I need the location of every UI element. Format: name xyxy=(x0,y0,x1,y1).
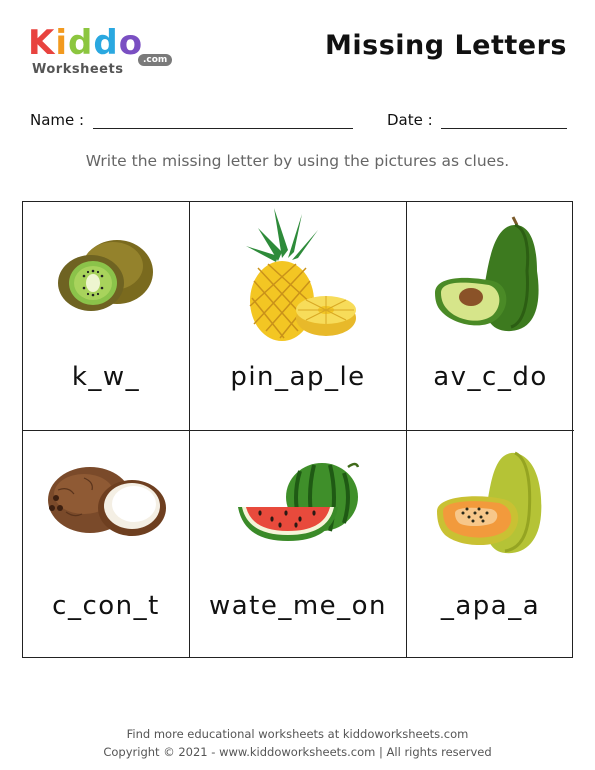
logo-wordmark: Kiddo xyxy=(28,26,143,60)
missing-letter-word: pin_ap_le xyxy=(230,362,366,392)
missing-letter-word: av_c_do xyxy=(433,362,548,392)
footer-line-2: Copyright © 2021 - www.kiddoworksheets.c… xyxy=(103,745,492,759)
footer-line-1: Find more educational worksheets at kidd… xyxy=(126,727,469,741)
instruction-text: Write the missing letter by using the pi… xyxy=(85,152,510,170)
missing-letter-word: k_w_ xyxy=(71,362,141,392)
missing-letter-word: c_con_t xyxy=(52,591,160,621)
page-title: Missing Letters xyxy=(325,30,567,61)
logo-domain-badge: .com xyxy=(138,54,173,66)
cell-avocado: av_c_do xyxy=(407,202,574,431)
logo-letter: K xyxy=(28,23,56,63)
kiddo-logo: Kiddo Worksheets .com xyxy=(28,26,173,82)
pineapple-icon xyxy=(190,207,406,341)
cell-watermelon: wate_me_on xyxy=(190,431,407,657)
logo-letter: d xyxy=(93,23,119,63)
cell-coconut: c_con_t xyxy=(23,431,190,657)
worksheet-grid: k_w_ pin_ap_le av_c_do c_con_t wate_me_o… xyxy=(22,201,574,658)
name-label: Name : xyxy=(30,111,85,129)
cell-pineapple: pin_ap_le xyxy=(190,202,407,431)
avocado-icon xyxy=(407,208,574,338)
date-write-line[interactable] xyxy=(441,112,568,129)
date-field: Date : xyxy=(387,111,568,129)
date-label: Date : xyxy=(387,111,433,129)
watermelon-icon xyxy=(190,437,406,567)
name-write-line[interactable] xyxy=(92,112,353,129)
cell-kiwi: k_w_ xyxy=(23,202,190,431)
missing-letter-word: _apa_a xyxy=(440,591,541,621)
logo-letter: i xyxy=(55,23,69,63)
logo-subtext: Worksheets xyxy=(32,62,124,77)
papaya-icon xyxy=(407,437,574,567)
logo-letter: d xyxy=(68,23,94,63)
cell-papaya: _apa_a xyxy=(407,431,574,657)
name-field: Name : xyxy=(30,111,353,129)
coconut-icon xyxy=(23,437,189,567)
kiwi-icon xyxy=(23,208,189,338)
missing-letter-word: wate_me_on xyxy=(208,591,388,621)
